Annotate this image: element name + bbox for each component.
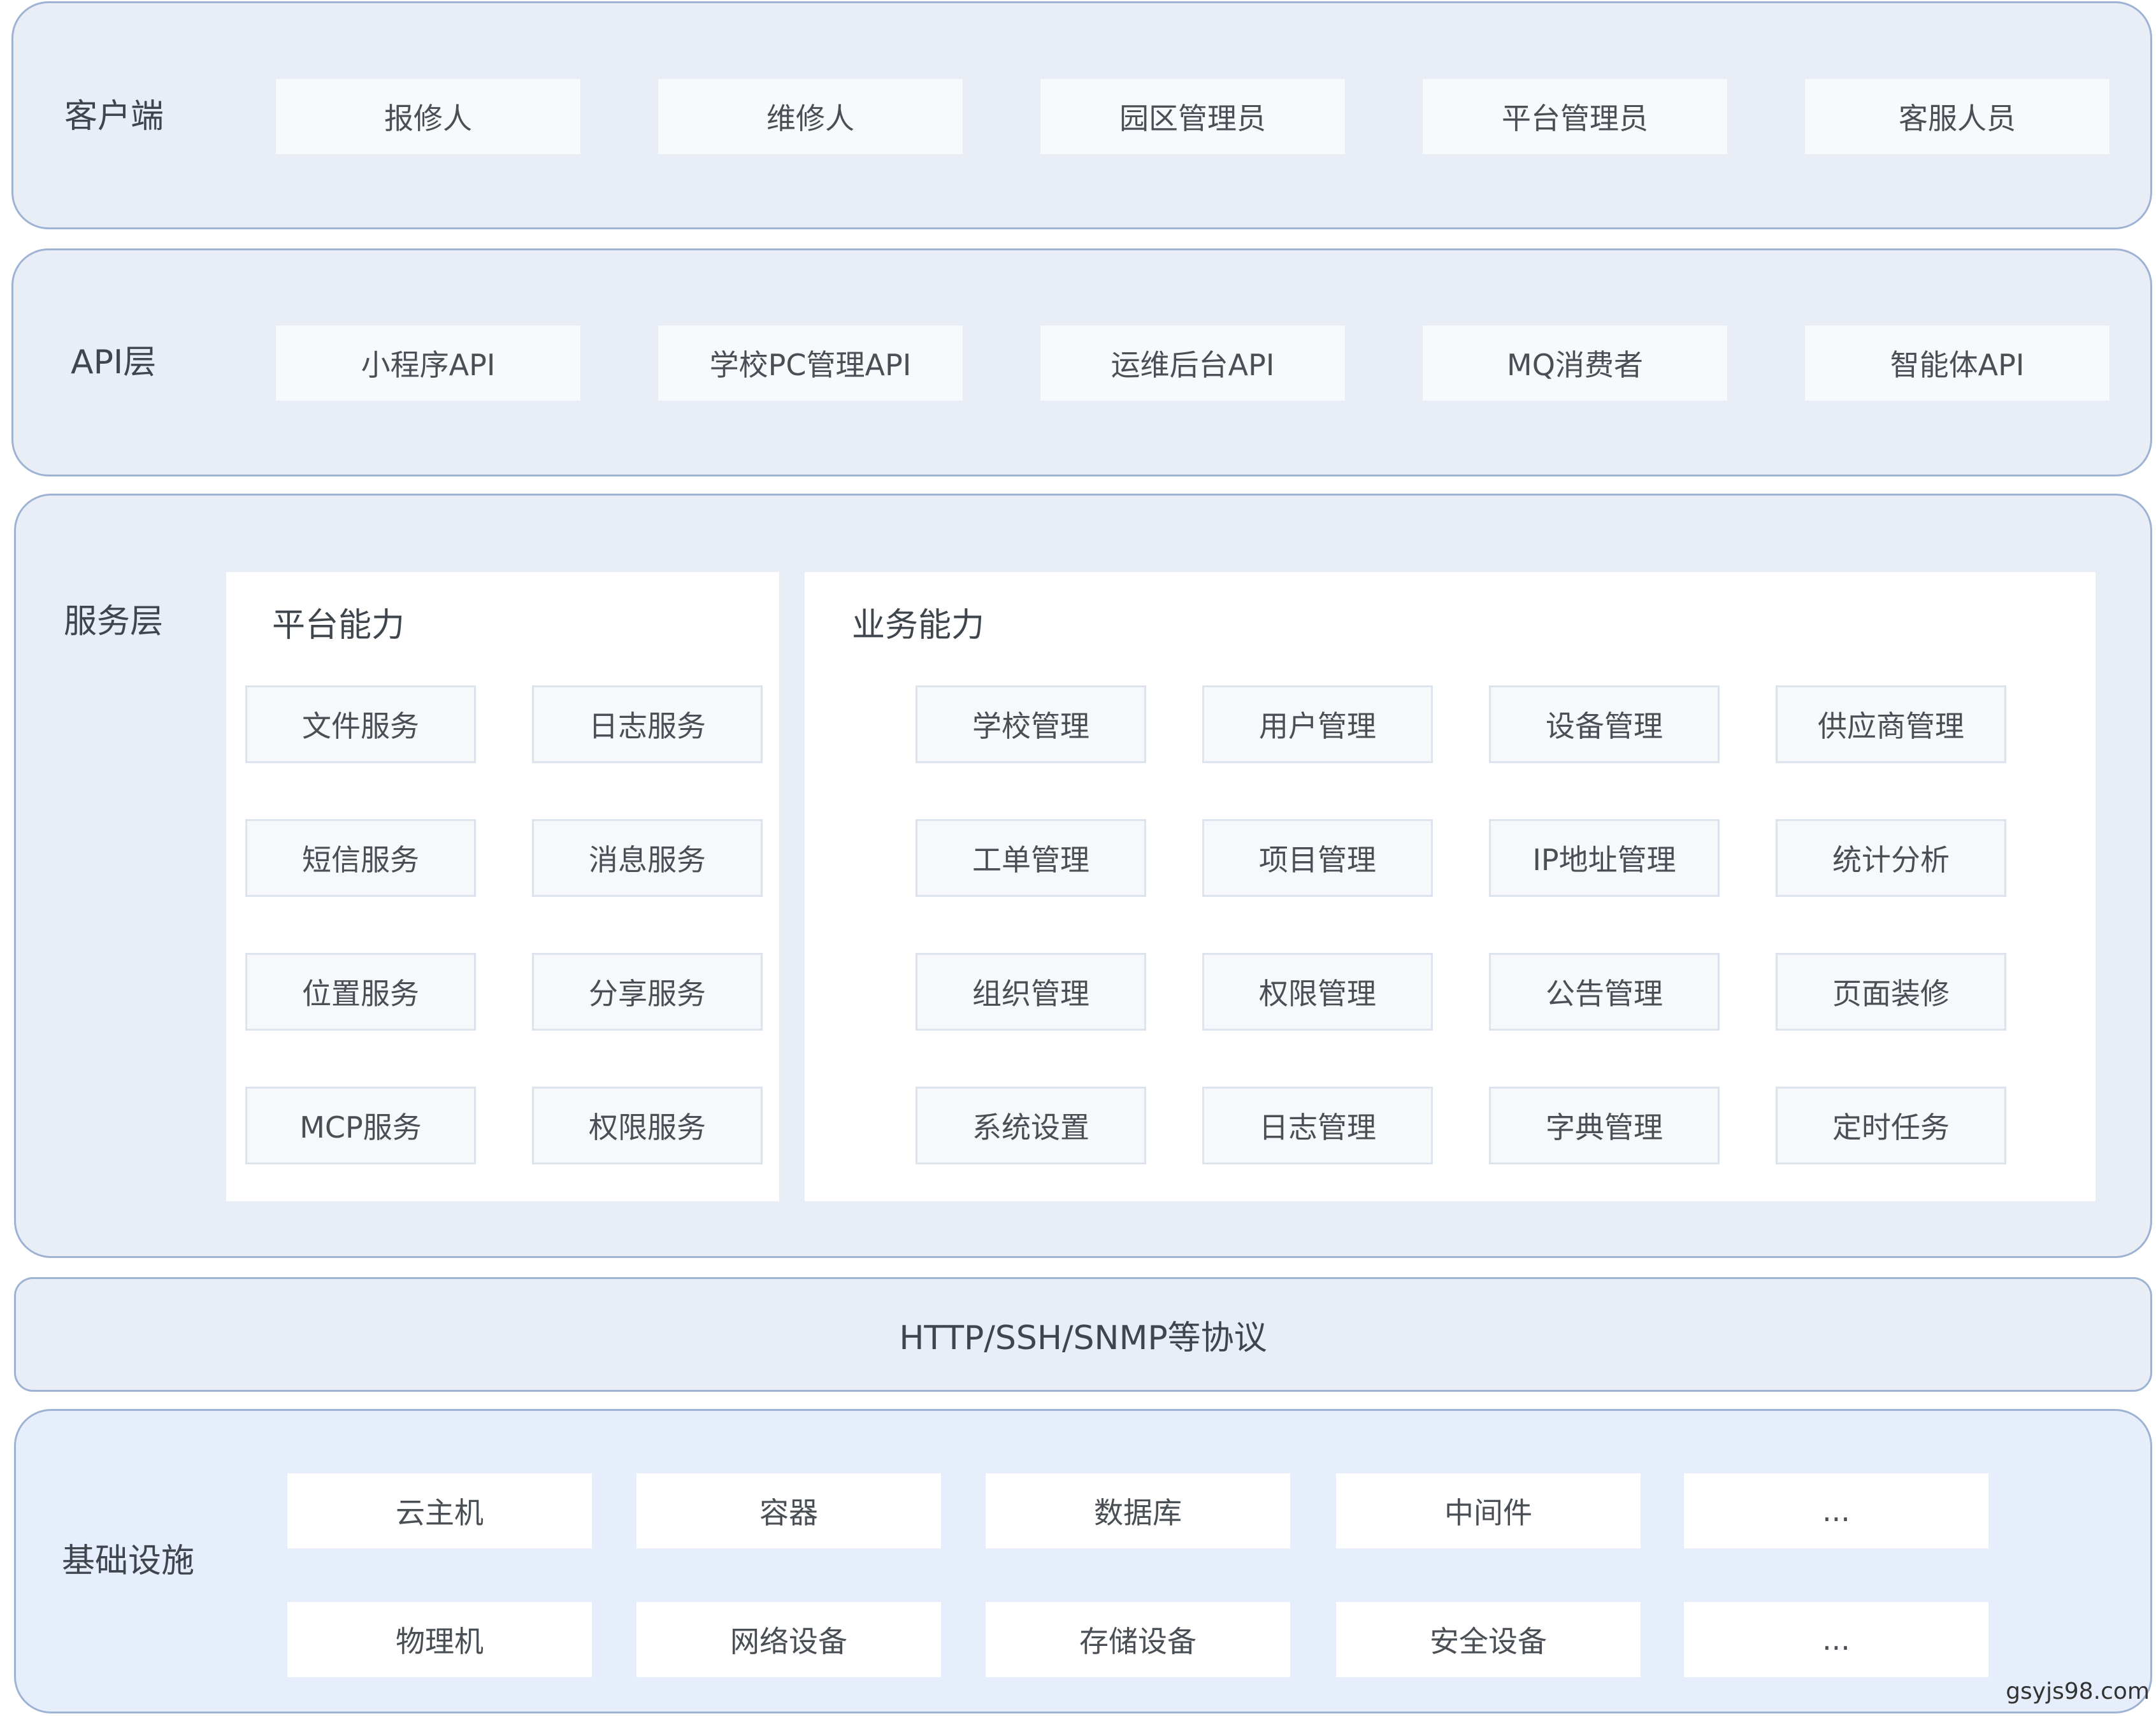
platform-item-permission: 权限服务 [532,1087,763,1164]
api-item-ops-backend: 运维后台API [1040,325,1345,401]
business-item-school: 学校管理 [916,685,1146,763]
platform-item-mcp: MCP服务 [245,1087,476,1164]
platform-capability-title: 平台能力 [272,606,405,645]
infra-item-database: 数据库 [986,1473,1290,1548]
business-capability-panel: 业务能力 学校管理 用户管理 设备管理 供应商管理 工单管理 项目管理 IP地址… [805,572,2095,1201]
infra-item-cloud-host: 云主机 [287,1473,592,1548]
infra-item-more-2: ... [1684,1602,1988,1677]
business-item-statistics: 统计分析 [1776,819,2006,897]
api-item-school-pc: 学校PC管理API [658,325,963,401]
infra-item-security-device: 安全设备 [1336,1602,1641,1677]
api-layer: API层 小程序API 学校PC管理API 运维后台API MQ消费者 智能体A… [11,248,2152,476]
platform-capability-panel: 平台能力 文件服务 日志服务 短信服务 消息服务 位置服务 分享服务 MCP服务… [226,572,779,1201]
infra-item-network-device: 网络设备 [636,1602,941,1677]
business-item-supplier: 供应商管理 [1776,685,2006,763]
business-item-permission: 权限管理 [1202,953,1433,1031]
platform-item-message: 消息服务 [532,819,763,897]
business-item-dictionary: 字典管理 [1489,1087,1720,1164]
infra-item-container: 容器 [636,1473,941,1548]
infra-item-middleware: 中间件 [1336,1473,1641,1548]
platform-item-file: 文件服务 [245,685,476,763]
service-layer: 服务层 平台能力 文件服务 日志服务 短信服务 消息服务 位置服务 分享服务 M… [14,494,2152,1258]
infra-item-physical-machine: 物理机 [287,1602,592,1677]
api-layer-title: API层 [71,343,157,382]
business-item-log: 日志管理 [1202,1087,1433,1164]
business-item-ip-address: IP地址管理 [1489,819,1720,897]
client-item-reporter: 报修人 [276,79,580,154]
business-item-project: 项目管理 [1202,819,1433,897]
client-item-park-admin: 园区管理员 [1040,79,1345,154]
infra-layer-title: 基础设施 [62,1542,195,1580]
business-item-workorder: 工单管理 [916,819,1146,897]
protocol-label: HTTP/SSH/SNMP等协议 [899,1319,1267,1357]
protocol-layer: HTTP/SSH/SNMP等协议 [14,1277,2152,1392]
business-item-organization: 组织管理 [916,953,1146,1031]
business-item-announcement: 公告管理 [1489,953,1720,1031]
business-item-device: 设备管理 [1489,685,1720,763]
api-item-agent: 智能体API [1805,325,2109,401]
infra-item-more-1: ... [1684,1473,1988,1548]
infra-item-storage-device: 存储设备 [986,1602,1290,1677]
platform-item-location: 位置服务 [245,953,476,1031]
client-layer: 客户端 报修人 维修人 园区管理员 平台管理员 客服人员 [11,1,2152,229]
client-layer-title: 客户端 [64,97,164,136]
business-item-page-decoration: 页面装修 [1776,953,2006,1031]
business-item-system-settings: 系统设置 [916,1087,1146,1164]
infra-layer: 基础设施 云主机 容器 数据库 中间件 ... 物理机 网络设备 存储设备 安全… [14,1409,2152,1713]
business-capability-title: 业务能力 [852,606,985,645]
business-item-scheduled-task: 定时任务 [1776,1087,2006,1164]
api-item-mq-consumer: MQ消费者 [1423,325,1727,401]
platform-item-share: 分享服务 [532,953,763,1031]
client-item-customer-service: 客服人员 [1805,79,2109,154]
api-item-miniprogram: 小程序API [276,325,580,401]
client-item-repairer: 维修人 [658,79,963,154]
client-item-platform-admin: 平台管理员 [1423,79,1727,154]
service-layer-title: 服务层 [64,603,164,641]
watermark: gsyjs98.com [2006,1678,2150,1705]
business-item-user: 用户管理 [1202,685,1433,763]
platform-item-sms: 短信服务 [245,819,476,897]
platform-item-log: 日志服务 [532,685,763,763]
